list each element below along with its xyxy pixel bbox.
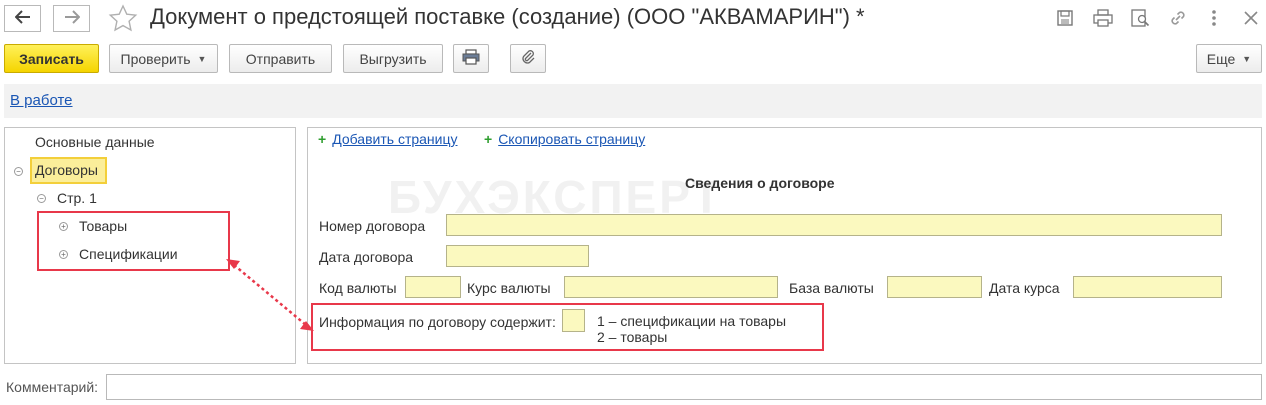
forward-arrow-icon — [64, 10, 80, 27]
currency-base-label: База валюты — [789, 280, 874, 296]
currency-rate-label: Курс валюты — [467, 280, 551, 296]
star-icon[interactable] — [108, 4, 138, 35]
page-title: Документ о предстоящей поставке (создани… — [150, 4, 865, 29]
add-page-action[interactable]: + Добавить страницу — [318, 131, 458, 147]
contract-date-label: Дата договора — [319, 249, 414, 265]
comment-label: Комментарий: — [6, 379, 99, 395]
contract-number-label: Номер договора — [319, 218, 426, 234]
tree-item-contracts-label: Договоры — [35, 162, 98, 178]
add-page-link: Добавить страницу — [332, 131, 458, 147]
save-button-label: Записать — [19, 50, 84, 67]
plus-icon: + — [318, 131, 327, 147]
contract-date-field[interactable] — [446, 245, 589, 267]
chevron-down-icon: ▼ — [197, 53, 207, 64]
chevron-down-icon: ▼ — [1242, 53, 1252, 64]
section-title: Сведения о договоре — [685, 175, 835, 191]
currency-code-label: Код валюты — [319, 280, 397, 296]
more-button[interactable]: Еще ▼ — [1196, 44, 1262, 73]
comment-input[interactable] — [106, 374, 1262, 400]
more-vert-icon[interactable] — [1203, 7, 1225, 29]
currency-base-field[interactable] — [887, 276, 982, 298]
plus-icon: + — [484, 131, 493, 147]
rate-date-label: Дата курса — [989, 280, 1060, 296]
highlight-frame — [311, 303, 824, 351]
currency-rate-field[interactable] — [564, 276, 778, 298]
save-button[interactable]: Записать — [4, 44, 99, 73]
status-strip — [4, 84, 1262, 118]
more-button-label: Еще — [1206, 50, 1236, 67]
tree-item-page-1[interactable]: Стр. 1 — [57, 190, 97, 206]
check-button-label: Проверить — [120, 50, 191, 67]
currency-code-field[interactable] — [405, 276, 461, 298]
print-icon[interactable] — [1092, 7, 1114, 29]
paperclip-icon — [520, 49, 536, 68]
check-button[interactable]: Проверить ▼ — [109, 44, 218, 73]
save-icon[interactable] — [1054, 7, 1076, 29]
link-icon[interactable] — [1167, 7, 1189, 29]
status-link[interactable]: В работе — [10, 92, 73, 109]
preview-icon[interactable] — [1129, 7, 1151, 29]
export-button-label: Выгрузить — [359, 50, 427, 67]
collapse-icon[interactable]: − — [14, 167, 23, 176]
contract-number-field[interactable] — [446, 214, 1222, 236]
forward-button[interactable] — [53, 5, 90, 32]
back-arrow-icon — [14, 10, 31, 27]
send-button-label: Отправить — [245, 50, 316, 67]
rate-date-field[interactable] — [1073, 276, 1222, 298]
attach-button[interactable] — [510, 44, 546, 73]
collapse-icon[interactable]: − — [37, 194, 46, 203]
close-icon[interactable] — [1240, 7, 1262, 29]
back-button[interactable] — [4, 5, 41, 32]
tree-item-main-data[interactable]: Основные данные — [35, 134, 155, 150]
connector-arrow — [226, 259, 314, 331]
print-button[interactable] — [453, 44, 489, 73]
export-button[interactable]: Выгрузить — [343, 44, 443, 73]
copy-page-action[interactable]: + Скопировать страницу — [484, 131, 645, 147]
copy-page-link: Скопировать страницу — [498, 131, 646, 147]
send-button[interactable]: Отправить — [229, 44, 332, 73]
highlight-frame — [37, 211, 230, 271]
print-icon — [462, 49, 480, 68]
